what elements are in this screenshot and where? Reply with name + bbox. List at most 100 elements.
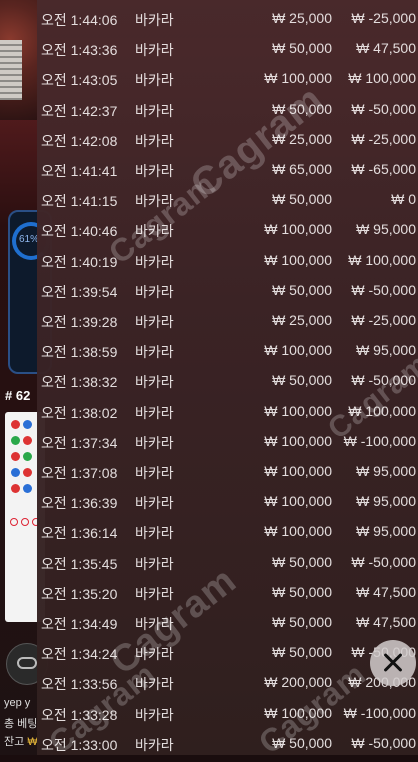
row-game: 바카라 bbox=[135, 555, 174, 572]
road-dot bbox=[11, 436, 20, 445]
row-game: 바카라 bbox=[135, 646, 174, 663]
row-result: ₩ -25,000 bbox=[351, 10, 416, 26]
row-result: ₩ -100,000 bbox=[343, 432, 416, 449]
row-game: 바카라 bbox=[135, 706, 174, 723]
row-bet: ₩ 50,000 bbox=[272, 40, 332, 57]
row-bet: ₩ 100,000 bbox=[264, 221, 332, 238]
card-shoe bbox=[0, 40, 22, 100]
row-bet: ₩ 100,000 bbox=[264, 463, 332, 479]
row-time: 오전 1:43:05 bbox=[41, 72, 118, 89]
progress-percent: 61% bbox=[19, 234, 40, 245]
row-time: 오전 1:41:41 bbox=[41, 163, 118, 179]
road-dot bbox=[23, 468, 32, 477]
row-bet: ₩ 100,000 bbox=[264, 342, 332, 359]
road-dot bbox=[23, 484, 32, 493]
row-game: 바카라 bbox=[135, 223, 174, 240]
row-time: 오전 1:43:36 bbox=[41, 42, 118, 59]
close-button[interactable] bbox=[370, 640, 416, 686]
row-time: 오전 1:42:37 bbox=[41, 102, 118, 119]
row-bet: ₩ 50,000 bbox=[272, 191, 332, 208]
row-result: ₩ 47,500 bbox=[356, 614, 416, 630]
road-dot bbox=[11, 484, 20, 493]
row-result: ₩ -65,000 bbox=[351, 161, 416, 177]
row-result: ₩ -50,000 bbox=[351, 372, 416, 389]
row-game: 바카라 bbox=[135, 193, 174, 210]
history-row: 오전 1:43:36 바카라 ₩ 50,000 ₩ 47,500 bbox=[37, 32, 418, 62]
row-bet: ₩ 50,000 bbox=[272, 644, 332, 661]
user-name: yep y bbox=[4, 697, 31, 709]
row-time: 오전 1:34:49 bbox=[41, 616, 118, 632]
row-time: 오전 1:34:24 bbox=[41, 646, 118, 663]
row-time: 오전 1:38:32 bbox=[41, 374, 118, 391]
history-row: 오전 1:33:56바카라₩ 200,000₩ 200,000 bbox=[37, 666, 418, 696]
row-bet: ₩ 100,000 bbox=[264, 493, 332, 510]
bet-history-panel[interactable]: 오전 1:44:06 바카라 ₩ 25,000 ₩ -25,000 오전 1:43:36… bbox=[37, 0, 418, 755]
history-row: 오전 1:37:34 바카라 ₩ 100,000 ₩ -100,000 bbox=[37, 425, 418, 455]
history-row: 오전 1:39:28 바카라 ₩ 25,000 ₩ -25,000 bbox=[37, 304, 418, 334]
row-game: 바카라 bbox=[135, 163, 174, 179]
row-result: ₩ -100,000 bbox=[343, 704, 416, 721]
row-bet: ₩ 100,000 bbox=[264, 251, 332, 268]
row-bet: ₩ 100,000 bbox=[264, 523, 332, 540]
history-row: 오전 1:33:00 바카라 ₩ 50,000 ₩ -50,000 bbox=[37, 727, 418, 757]
row-result: ₩ 100,000 bbox=[348, 402, 416, 419]
row-time: 오전 1:36:39 bbox=[41, 495, 118, 512]
row-bet: ₩ 100,000 bbox=[264, 70, 332, 87]
row-time: 오전 1:44:06 bbox=[41, 12, 118, 28]
row-bet: ₩ 200,000 bbox=[264, 674, 332, 691]
row-result: ₩ -50,000 bbox=[351, 281, 416, 298]
history-row: 오전 1:37:08 바카라 ₩ 100,000 ₩ 95,000 bbox=[37, 455, 418, 485]
row-game: 바카라 bbox=[135, 616, 174, 632]
row-time: 오전 1:40:46 bbox=[41, 223, 118, 240]
row-bet: ₩ 50,000 bbox=[272, 281, 332, 298]
row-result: ₩ -25,000 bbox=[351, 130, 416, 147]
row-game: 바카라 bbox=[135, 525, 174, 542]
row-result: ₩ 0 bbox=[391, 191, 416, 208]
row-bet: ₩ 25,000 bbox=[272, 10, 332, 26]
road-dot bbox=[11, 468, 20, 477]
row-bet: ₩ 65,000 bbox=[272, 161, 332, 177]
row-game: 바카라 bbox=[135, 42, 174, 59]
history-row: 오전 1:44:06 바카라 ₩ 25,000 ₩ -25,000 bbox=[37, 2, 418, 32]
history-row: 오전 1:35:45 바카라 ₩ 50,000 ₩ -50,000 bbox=[37, 546, 418, 576]
row-time: 오전 1:36:14 bbox=[41, 525, 118, 542]
row-result: ₩ 95,000 bbox=[356, 221, 416, 238]
row-result: ₩ 95,000 bbox=[356, 342, 416, 359]
row-result: ₩ -50,000 bbox=[351, 100, 416, 117]
balance-label: 잔고 ₩ bbox=[4, 733, 38, 749]
row-bet: ₩ 25,000 bbox=[272, 312, 332, 328]
road-dot bbox=[23, 420, 32, 429]
chat-icon bbox=[17, 657, 37, 669]
row-result: ₩ 95,000 bbox=[356, 463, 416, 479]
history-row: 오전 1:33:28 바카라 ₩ 100,000 ₩ -100,000 bbox=[37, 697, 418, 727]
row-bet: ₩ 50,000 bbox=[272, 553, 332, 570]
row-time: 오전 1:41:15 bbox=[41, 193, 118, 210]
history-row: 오전 1:39:54 바카라 ₩ 50,000 ₩ -50,000 bbox=[37, 274, 418, 304]
row-result: ₩ 100,000 bbox=[348, 251, 416, 268]
row-game: 바카라 bbox=[135, 434, 174, 451]
row-time: 오전 1:35:45 bbox=[41, 555, 118, 572]
road-dot bbox=[11, 452, 20, 461]
road-dot bbox=[11, 420, 20, 429]
history-row: 오전 1:42:08 바카라 ₩ 25,000 ₩ -25,000 bbox=[37, 123, 418, 153]
row-bet: ₩ 50,000 bbox=[272, 583, 332, 600]
row-time: 오전 1:33:00 bbox=[41, 736, 118, 753]
history-row: 오전 1:38:59 바카라 ₩ 100,000 ₩ 95,000 bbox=[37, 334, 418, 364]
row-time: 오전 1:40:19 bbox=[41, 253, 118, 270]
row-game: 바카라 bbox=[135, 344, 174, 361]
round-number: # 62 bbox=[5, 388, 31, 403]
history-row: 오전 1:35:20 바카라 ₩ 50,000 ₩ 47,500 bbox=[37, 576, 418, 606]
row-bet: ₩ 100,000 bbox=[264, 432, 332, 449]
row-game: 바카라 bbox=[135, 676, 174, 693]
row-result: ₩ -25,000 bbox=[351, 312, 416, 328]
road-dot bbox=[23, 436, 32, 445]
row-result: ₩ 95,000 bbox=[356, 493, 416, 510]
row-bet: ₩ 50,000 bbox=[272, 372, 332, 389]
row-game: 바카라 bbox=[135, 374, 174, 391]
history-row: 오전 1:43:05 바카라 ₩ 100,000 ₩ 100,000 bbox=[37, 62, 418, 92]
row-bet: ₩ 25,000 bbox=[272, 130, 332, 147]
row-game: 바카라 bbox=[135, 283, 174, 300]
row-game: 바카라 bbox=[135, 12, 174, 28]
row-result: ₩ -50,000 bbox=[351, 553, 416, 570]
row-result: ₩ 100,000 bbox=[348, 70, 416, 87]
